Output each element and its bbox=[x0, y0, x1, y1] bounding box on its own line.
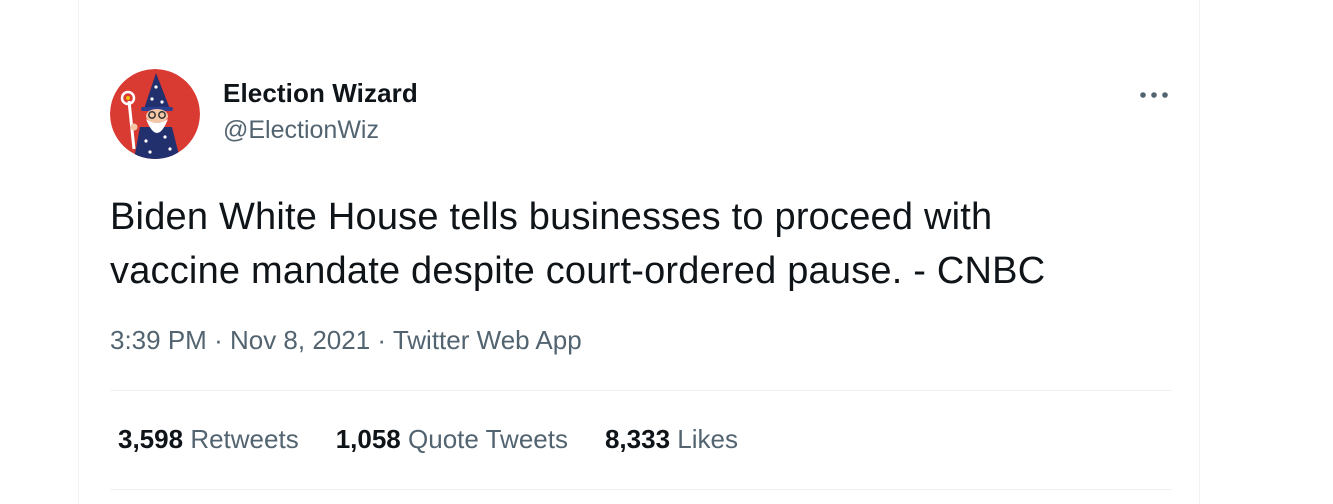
tweet-text-line: Biden White House tells businesses to pr… bbox=[110, 196, 993, 238]
tweet-stats: 3,598 Retweets 1,058 Quote Tweets 8,333 … bbox=[118, 424, 775, 455]
author-avatar[interactable] bbox=[110, 69, 200, 159]
wizard-avatar-icon bbox=[110, 69, 200, 159]
quote-tweets-stat[interactable]: 1,058 Quote Tweets bbox=[336, 424, 568, 455]
retweets-count: 3,598 bbox=[118, 424, 184, 454]
more-dots-icon bbox=[1140, 92, 1168, 98]
tweet-card: Election Wizard @ElectionWiz Biden White… bbox=[78, 0, 1200, 504]
tweet-metadata: 3:39 PM · Nov 8, 2021 · Twitter Web App bbox=[110, 325, 582, 356]
author-display-name[interactable]: Election Wizard bbox=[223, 78, 418, 109]
divider bbox=[110, 489, 1172, 490]
quote-tweets-count: 1,058 bbox=[335, 424, 401, 454]
tweet-time-link[interactable]: 3:39 PM bbox=[110, 325, 207, 355]
author-handle[interactable]: @ElectionWiz bbox=[223, 116, 379, 145]
divider bbox=[110, 390, 1172, 391]
quote-tweets-label: Quote Tweets bbox=[408, 424, 568, 454]
page: Election Wizard @ElectionWiz Biden White… bbox=[0, 0, 1333, 504]
likes-stat[interactable]: 8,333 Likes bbox=[605, 424, 738, 455]
retweets-stat[interactable]: 3,598 Retweets bbox=[118, 424, 299, 455]
likes-label: Likes bbox=[677, 424, 738, 454]
meta-separator: · bbox=[214, 325, 230, 355]
meta-separator: · bbox=[377, 325, 393, 355]
tweet-text: Biden White House tells businesses to pr… bbox=[110, 190, 1180, 298]
tweet-date-link[interactable]: Nov 8, 2021 bbox=[230, 325, 370, 355]
tweet-source-link[interactable]: Twitter Web App bbox=[393, 325, 582, 355]
likes-count: 8,333 bbox=[604, 424, 671, 454]
more-options-button[interactable] bbox=[1134, 80, 1174, 110]
retweets-label: Retweets bbox=[190, 424, 299, 454]
tweet-text-line: vaccine mandate despite court-ordered pa… bbox=[110, 250, 1046, 292]
